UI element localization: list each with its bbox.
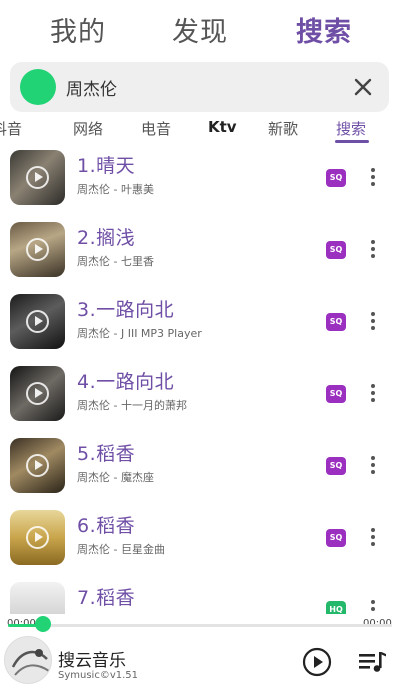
- list-item[interactable]: 4.一路向北 周杰伦 - 十一月的萧邦 SQ: [0, 360, 400, 432]
- player-cover-art[interactable]: [4, 636, 52, 684]
- tab-ktv[interactable]: Ktv: [208, 118, 237, 136]
- more-vertical-icon[interactable]: [366, 454, 380, 476]
- top-tab-bar: 我的 发现 搜索: [0, 0, 400, 56]
- tab-mine[interactable]: 我的: [50, 10, 106, 49]
- category-tab-bar: 抖音 网络 电音 Ktv 新歌 搜索: [0, 118, 400, 142]
- quality-badge: SQ: [326, 313, 346, 331]
- play-circle-icon[interactable]: [26, 382, 49, 405]
- play-circle-icon[interactable]: [26, 310, 49, 333]
- player-title: 搜云音乐: [58, 651, 126, 671]
- song-title: 3.一路向北: [77, 299, 175, 321]
- song-title: 5.稻香: [77, 443, 136, 465]
- song-artist-album: 周杰伦 - 叶惠美: [77, 183, 154, 196]
- search-avatar-dot: [20, 69, 56, 105]
- mini-player[interactable]: 搜云音乐 Symusic©v1.51: [0, 634, 400, 688]
- play-circle-icon[interactable]: [26, 526, 49, 549]
- song-title: 7.稻香: [77, 587, 136, 609]
- play-icon[interactable]: [302, 647, 332, 677]
- song-artist-album: 周杰伦 - J III MP3 Player: [77, 327, 202, 340]
- more-vertical-icon[interactable]: [366, 238, 380, 260]
- list-item[interactable]: 1.晴天 周杰伦 - 叶惠美 SQ: [0, 144, 400, 216]
- song-title: 2.搁浅: [77, 227, 136, 249]
- list-item[interactable]: 5.稻香 周杰伦 - 魔杰座 SQ: [0, 432, 400, 504]
- list-item[interactable]: 2.搁浅 周杰伦 - 七里香 SQ: [0, 216, 400, 288]
- album-cover[interactable]: [10, 222, 65, 277]
- quality-badge: SQ: [326, 529, 346, 547]
- list-item[interactable]: 6.稻香 周杰伦 - 巨星金曲 SQ: [0, 504, 400, 576]
- play-circle-icon[interactable]: [26, 166, 49, 189]
- progress-handle[interactable]: [34, 616, 51, 632]
- play-circle-icon[interactable]: [26, 238, 49, 261]
- quality-badge: SQ: [326, 457, 346, 475]
- tab-search-results[interactable]: 搜索: [336, 118, 366, 139]
- search-bar[interactable]: 周杰伦: [10, 62, 389, 112]
- progress-slider[interactable]: [8, 624, 392, 627]
- playlist-queue-icon[interactable]: [357, 650, 387, 674]
- quality-badge: SQ: [326, 241, 346, 259]
- tab-electronic[interactable]: 电音: [141, 118, 171, 139]
- album-cover[interactable]: [10, 366, 65, 421]
- tab-discover[interactable]: 发现: [172, 10, 228, 49]
- close-icon[interactable]: [349, 73, 377, 101]
- song-artist-album: 周杰伦 - 魔杰座: [77, 471, 154, 484]
- search-input[interactable]: 周杰伦: [66, 75, 117, 100]
- song-title: 6.稻香: [77, 515, 136, 537]
- tab-new-songs[interactable]: 新歌: [268, 118, 298, 139]
- album-cover[interactable]: [10, 438, 65, 493]
- active-tab-indicator: [335, 140, 369, 143]
- player-subtitle: Symusic©v1.51: [58, 670, 139, 681]
- more-vertical-icon[interactable]: [366, 382, 380, 404]
- album-cover[interactable]: [10, 294, 65, 349]
- tab-douyin[interactable]: 抖音: [0, 118, 22, 139]
- more-vertical-icon[interactable]: [366, 598, 380, 614]
- album-cover[interactable]: [10, 510, 65, 565]
- list-item[interactable]: 3.一路向北 周杰伦 - J III MP3 Player SQ: [0, 288, 400, 360]
- tab-search[interactable]: 搜索: [296, 10, 352, 49]
- song-artist-album: 周杰伦 - 七里香: [77, 255, 154, 268]
- song-title: 1.晴天: [77, 155, 136, 177]
- song-artist-album: 周杰伦 - 巨星金曲: [77, 543, 165, 556]
- tab-network[interactable]: 网络: [73, 118, 103, 139]
- album-cover[interactable]: [10, 582, 65, 614]
- quality-badge: SQ: [326, 385, 346, 403]
- play-circle-icon[interactable]: [26, 454, 49, 477]
- quality-badge: SQ: [326, 169, 346, 187]
- more-vertical-icon[interactable]: [366, 310, 380, 332]
- song-title: 4.一路向北: [77, 371, 175, 393]
- more-vertical-icon[interactable]: [366, 526, 380, 548]
- quality-badge: HQ: [326, 601, 346, 614]
- list-item[interactable]: 7.稻香 HQ: [0, 576, 400, 614]
- song-artist-album: 周杰伦 - 十一月的萧邦: [77, 399, 187, 412]
- album-cover[interactable]: [10, 150, 65, 205]
- more-vertical-icon[interactable]: [366, 166, 380, 188]
- song-list[interactable]: 1.晴天 周杰伦 - 叶惠美 SQ 2.搁浅 周杰伦 - 七里香 SQ 3.一路…: [0, 144, 400, 614]
